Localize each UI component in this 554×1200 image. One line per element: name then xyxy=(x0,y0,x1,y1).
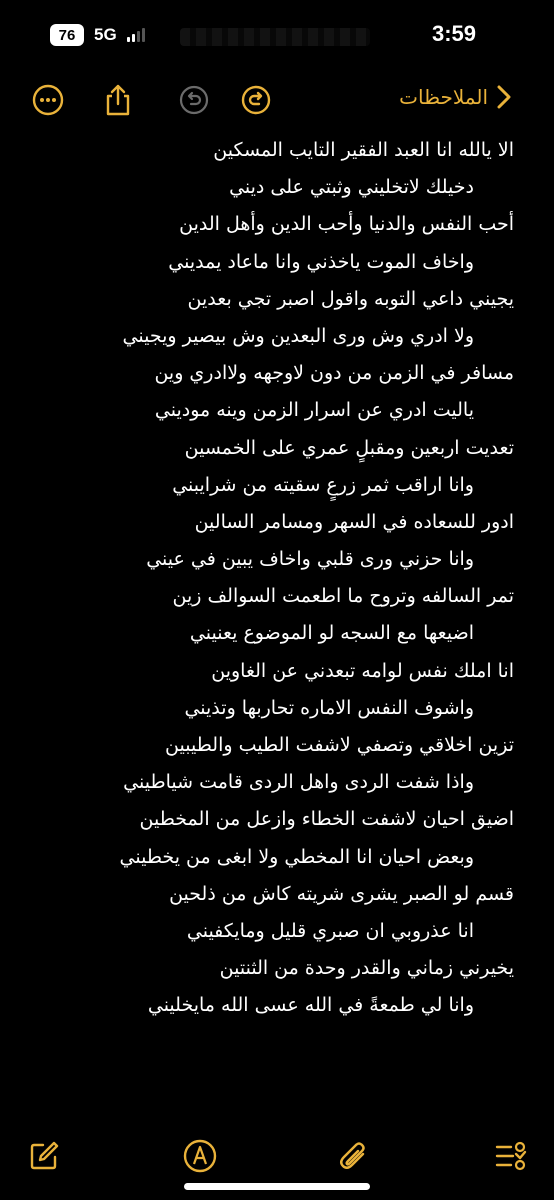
note-line: ولا ادري وش ورى البعدين وش بيصير ويجيني xyxy=(122,324,474,347)
note-line: وانا اراقب ثمر زرعٍ سقيته من شرايبني xyxy=(172,473,474,496)
note-line: اضيق احيان لاشفت الخطاء وازعل من المخطين xyxy=(139,808,515,831)
note-line: واشوف النفس الاماره تحاربها وتذيني xyxy=(184,696,474,719)
note-line: واذا شفت الردى واهل الردى قامت شياطيني xyxy=(123,771,474,794)
network-type: 5G xyxy=(94,25,117,44)
note-line: مسافر في الزمن من دون لاوجهه ولاادري وين xyxy=(154,362,514,385)
note-line: يجيني داعي التوبه واقول اصبر تجي بعدين xyxy=(187,287,514,310)
note-line: دخيلك لاتخليني وثبتي على ديني xyxy=(229,176,474,199)
note-body[interactable]: الا يالله انا العبد الفقير التايب المسكي… xyxy=(24,132,514,1025)
bottom-toolbar xyxy=(0,1116,554,1200)
status-indicators: 76 5G xyxy=(50,24,145,46)
note-line: تعديت اربعين ومقبلٍ عمري على الخمسين xyxy=(184,436,514,459)
note-line: ياليت ادري عن اسرار الزمن وينه موديني xyxy=(154,399,474,422)
compose-icon[interactable] xyxy=(24,1136,64,1176)
checklist-icon[interactable] xyxy=(490,1136,530,1176)
home-indicator[interactable] xyxy=(184,1183,370,1190)
note-line: تزين اخلاقي وتصفي لاشفت الطيب والطيبين xyxy=(165,734,514,756)
back-button[interactable]: الملاحظات xyxy=(399,84,512,110)
dimmed-status-overlay xyxy=(180,28,370,46)
note-line: وانا لي طمعةً في الله عسى الله مايخليني xyxy=(147,994,474,1017)
markup-icon[interactable] xyxy=(180,1136,220,1176)
note-line: انا عذروبي ان صبري قليل ومايكفيني xyxy=(186,919,474,942)
note-line: قسم لو الصبر يشرى شريته كاش من ذلحين xyxy=(169,882,514,905)
status-time: 3:59 xyxy=(431,21,476,46)
note-line: وبعض احيان انا المخطي ولا ابغى من يخطيني xyxy=(119,845,474,868)
note-line: أحب النفس والدنيا وأحب الدين وأهل الدين xyxy=(179,213,514,236)
note-line: وانا حزني ورى قلبي واخاف يبين في عيني xyxy=(146,548,474,571)
note-line: تمر السالفه وتروح ما اطعمت السوالف زين xyxy=(172,585,514,608)
undo-icon[interactable] xyxy=(176,82,212,118)
status-bar: 76 5G 3:59 xyxy=(0,0,554,74)
back-chevron-icon xyxy=(497,85,511,109)
note-line: يخيرني زماني والقدر وحدة من الثنتين xyxy=(219,957,514,980)
note-line: واخاف الموت ياخذني وانا ماعاد يمديني xyxy=(168,250,474,273)
note-line: ادور للسعاده في السهر ومسامر السالين xyxy=(194,510,514,533)
note-toolbar: الملاحظات xyxy=(0,74,554,124)
signal-icon xyxy=(126,28,145,42)
share-icon[interactable] xyxy=(100,82,136,118)
note-line: الا يالله انا العبد الفقير التايب المسكي… xyxy=(213,139,514,161)
redo-icon[interactable] xyxy=(238,82,274,118)
back-label: الملاحظات xyxy=(399,85,488,109)
attachment-icon[interactable] xyxy=(334,1136,374,1176)
note-line: انا املك نفس لوامه تبعدني عن الغاوين xyxy=(211,659,514,682)
battery-level: 76 xyxy=(50,24,84,46)
note-line: اضيعها مع السجه لو الموضوع يعنيني xyxy=(189,622,474,645)
more-icon[interactable] xyxy=(30,82,66,118)
